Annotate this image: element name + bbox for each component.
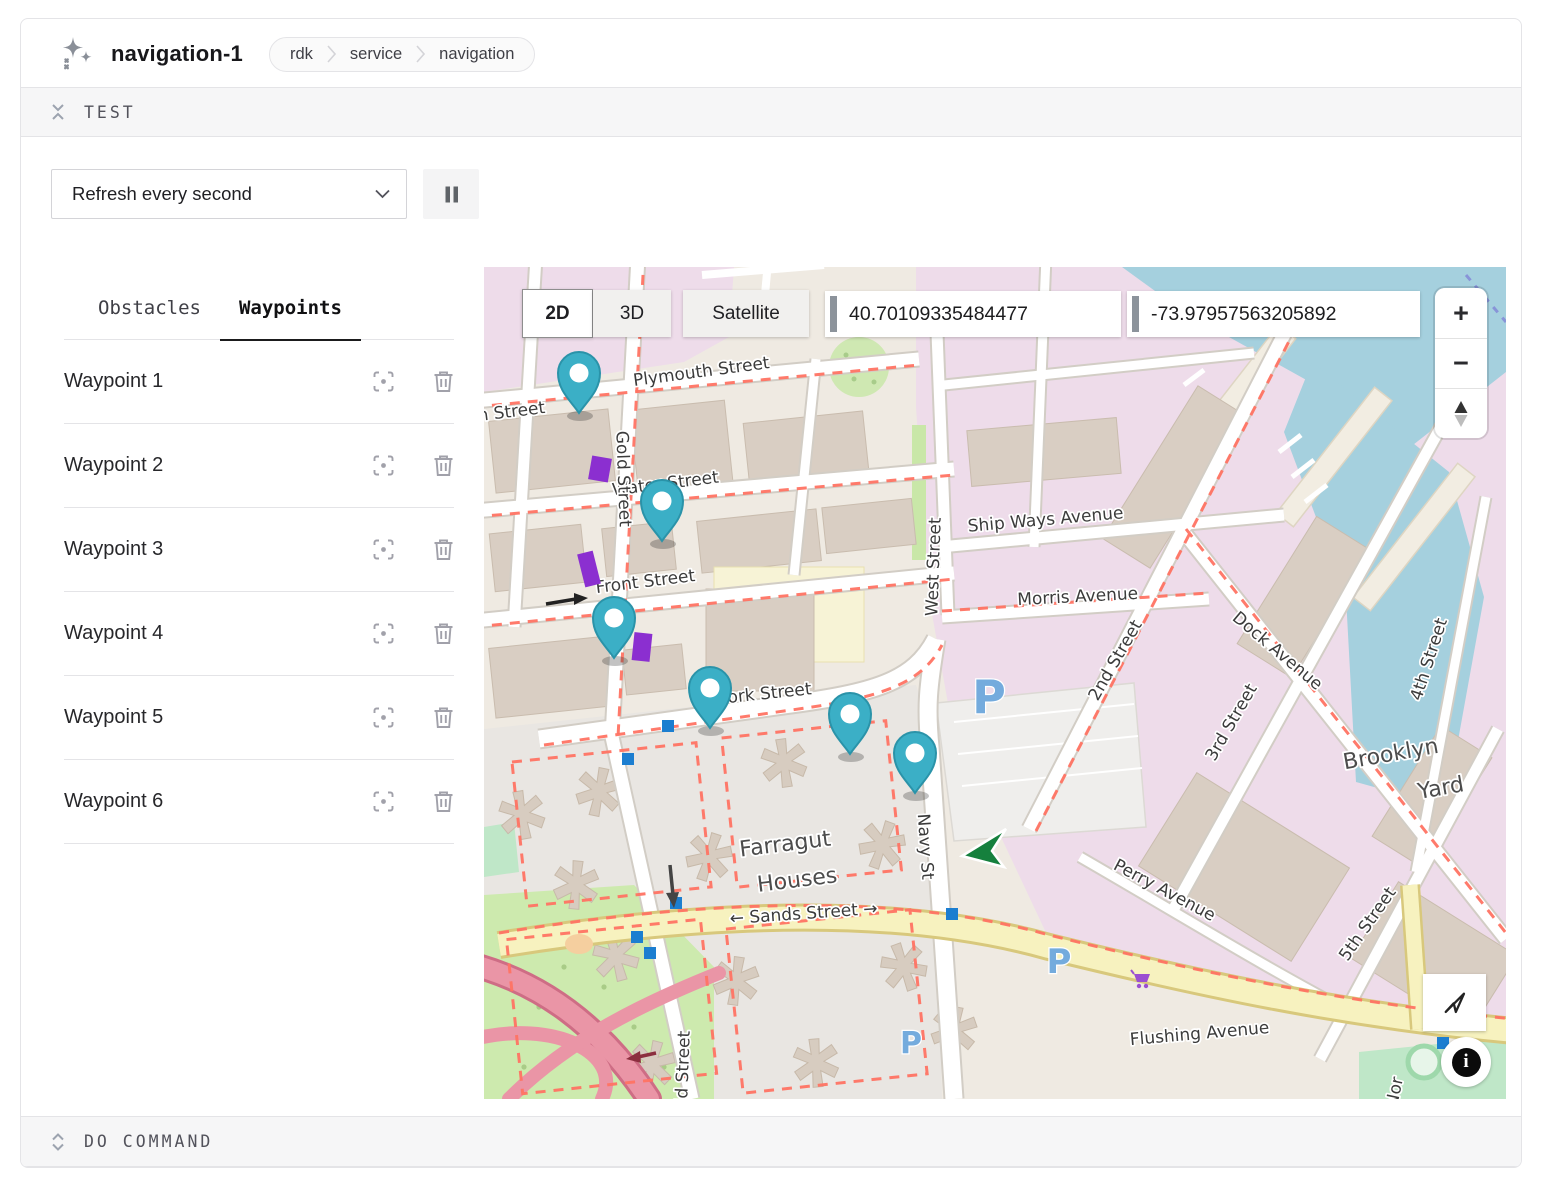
waypoint-label: Waypoint 4 [64, 622, 372, 645]
waypoint-row: Waypoint 2 [64, 424, 454, 508]
compass-button[interactable] [1435, 388, 1487, 438]
trash-icon [433, 454, 454, 477]
waypoint-label: Waypoint 5 [64, 706, 372, 729]
focus-waypoint-button[interactable] [372, 454, 395, 477]
focus-icon [372, 790, 395, 813]
waypoint-label: Waypoint 1 [64, 370, 372, 393]
latitude-field [825, 291, 1121, 337]
focus-icon [372, 538, 395, 561]
latitude-input[interactable] [825, 291, 1121, 337]
tab-obstacles[interactable]: Obstacles [79, 297, 220, 341]
refresh-controls: Refresh every second [21, 137, 1521, 243]
trash-icon [433, 622, 454, 645]
page-title: navigation-1 [111, 41, 243, 67]
focus-waypoint-button[interactable] [372, 790, 395, 813]
sparkles-icon [57, 35, 95, 73]
locate-robot-button[interactable] [1423, 974, 1486, 1031]
info-icon: i [1452, 1048, 1481, 1077]
chevron-down-icon [375, 190, 390, 199]
map-container: P P P h Street Plymouth Street Water [484, 267, 1506, 1099]
waypoint-label: Waypoint 2 [64, 454, 372, 477]
focus-waypoint-button[interactable] [372, 370, 395, 393]
focus-waypoint-button[interactable] [372, 706, 395, 729]
longitude-input[interactable] [1127, 291, 1420, 337]
delete-waypoint-button[interactable] [433, 706, 454, 729]
delete-waypoint-button[interactable] [433, 454, 454, 477]
parking-icon: P [1047, 942, 1072, 982]
refresh-rate-value: Refresh every second [72, 183, 252, 205]
waypoint-row: Waypoint 5 [64, 676, 454, 760]
breadcrumb-item: service [350, 45, 402, 64]
tab-waypoints[interactable]: Waypoints [220, 297, 361, 341]
trash-icon [433, 790, 454, 813]
main-content: Obstacles Waypoints Waypoint 1 [21, 267, 1521, 1099]
tab-bar: Obstacles Waypoints [64, 267, 454, 340]
waypoint-row: Waypoint 6 [64, 760, 454, 844]
pause-icon [442, 185, 461, 204]
breadcrumb-item: navigation [439, 45, 514, 64]
pause-refresh-button[interactable] [423, 169, 479, 219]
delete-waypoint-button[interactable] [433, 538, 454, 561]
map-canvas[interactable]: P P P h Street Plymouth Street Water [484, 267, 1506, 1099]
delete-waypoint-button[interactable] [433, 370, 454, 393]
map-attribution-button[interactable]: i [1441, 1037, 1491, 1087]
zoom-out-button[interactable]: − [1435, 338, 1487, 388]
longitude-field [1127, 291, 1420, 337]
focus-waypoint-button[interactable] [372, 622, 395, 645]
breadcrumb: rdk service navigation [269, 37, 535, 72]
do-command-toggle[interactable]: DO COMMAND [21, 1116, 1521, 1167]
zoom-in-button[interactable]: + [1435, 288, 1487, 338]
map-satellite-button[interactable]: Satellite [683, 290, 809, 337]
trash-icon [433, 706, 454, 729]
focus-icon [372, 706, 395, 729]
trash-icon [433, 370, 454, 393]
navigation-card: navigation-1 rdk service navigation TEST… [20, 18, 1522, 1168]
waypoint-row: Waypoint 3 [64, 508, 454, 592]
test-section-label: TEST [84, 103, 136, 122]
parking-icon: P [900, 1026, 922, 1061]
street-label: Gold Street [611, 430, 634, 527]
delete-waypoint-button[interactable] [433, 622, 454, 645]
waypoint-row: Waypoint 4 [64, 592, 454, 676]
navigation-arrow-icon [1441, 989, 1468, 1016]
waypoint-label: Waypoint 6 [64, 790, 372, 813]
collapse-icon [49, 103, 67, 121]
waypoint-list: Waypoint 1 Wayp [64, 340, 454, 844]
breadcrumb-item: rdk [290, 45, 313, 64]
expand-icon [49, 1133, 67, 1151]
street-label: West Street [922, 517, 945, 617]
trash-icon [433, 538, 454, 561]
waypoint-sidebar: Obstacles Waypoints Waypoint 1 [21, 267, 484, 1099]
map-zoom-control: + − [1435, 288, 1487, 438]
waypoint-row: Waypoint 1 [64, 340, 454, 424]
parking-icon: P [972, 670, 1006, 724]
map-2d-button[interactable]: 2D [522, 289, 593, 338]
focus-waypoint-button[interactable] [372, 538, 395, 561]
chevron-separator-icon [327, 45, 336, 63]
card-header: navigation-1 rdk service navigation [21, 19, 1521, 87]
waypoint-label: Waypoint 3 [64, 538, 372, 561]
test-section-toggle[interactable]: TEST [21, 87, 1521, 137]
do-command-label: DO COMMAND [84, 1132, 213, 1151]
focus-icon [372, 454, 395, 477]
focus-icon [372, 370, 395, 393]
street-label: Gold Street [671, 1030, 694, 1099]
compass-icon [1450, 399, 1472, 429]
map-3d-button[interactable]: 3D [593, 290, 671, 337]
delete-waypoint-button[interactable] [433, 790, 454, 813]
refresh-rate-select[interactable]: Refresh every second [51, 169, 407, 219]
chevron-separator-icon [416, 45, 425, 63]
focus-icon [372, 622, 395, 645]
